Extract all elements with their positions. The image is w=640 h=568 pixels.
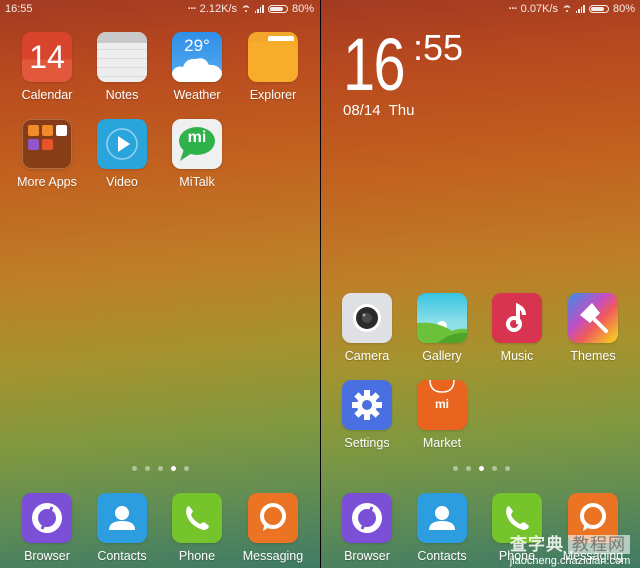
weather-icon: 29° [172, 32, 222, 82]
page-dot[interactable] [144, 466, 150, 471]
status-bar: 16:55 ··· 2.12K/s 80% [0, 0, 320, 18]
page-dot[interactable] [465, 466, 471, 471]
clock-minutes: :55 [413, 27, 464, 68]
app-label: Phone [178, 549, 216, 563]
page-dot[interactable] [452, 466, 458, 471]
app-label: More Apps [17, 175, 77, 189]
app-mitalk[interactable]: mi MiTalk [162, 119, 232, 189]
market-icon: mi [417, 380, 467, 430]
status-bar: ··· 0.07K/s 80% [321, 0, 640, 18]
status-time: 16:55 [5, 3, 33, 15]
dock-contacts[interactable]: Contacts [407, 493, 477, 563]
app-label: MiTalk [179, 175, 215, 189]
app-label: Messaging [242, 549, 304, 563]
page-dot[interactable] [131, 466, 137, 471]
page-dot[interactable] [504, 466, 510, 471]
battery-percent: 80% [291, 3, 314, 15]
page-indicator[interactable] [0, 466, 320, 471]
page-dot-active[interactable] [170, 466, 176, 471]
app-settings[interactable]: Settings [332, 380, 402, 450]
page-dot[interactable] [491, 466, 497, 471]
app-label: Phone [498, 549, 536, 563]
phone-icon [492, 493, 542, 543]
wifi-icon [562, 5, 572, 13]
dock-phone[interactable]: Phone [482, 493, 552, 563]
network-speed: 2.12K/s [199, 3, 237, 15]
home-screen-right: ··· 0.07K/s 80% 16 :55 08/14 Thu Camera … [321, 0, 640, 568]
battery-icon [267, 5, 288, 13]
messaging-icon [248, 493, 298, 543]
app-music[interactable]: Music [482, 293, 552, 363]
app-folder-icon [22, 119, 72, 169]
app-calendar[interactable]: 14 Calendar [12, 32, 82, 102]
app-gallery[interactable]: Gallery [407, 293, 477, 363]
network-speed: 0.07K/s [520, 3, 558, 15]
page-dot[interactable] [183, 466, 189, 471]
app-label: Contacts [417, 549, 467, 563]
page-indicator[interactable] [321, 466, 640, 471]
dock-messaging[interactable]: Messaging [238, 493, 308, 563]
music-icon [492, 293, 542, 343]
app-camera[interactable]: Camera [332, 293, 402, 363]
folder-icon [248, 32, 298, 82]
browser-icon [342, 493, 392, 543]
app-video[interactable]: Video [87, 119, 157, 189]
app-label: Browser [24, 549, 70, 563]
app-label: Contacts [97, 549, 147, 563]
clock-hours: 16 [343, 23, 406, 106]
app-explorer[interactable]: Explorer [238, 32, 308, 102]
app-label: Explorer [249, 88, 297, 102]
contacts-icon [417, 493, 467, 543]
clock-widget[interactable]: 16 :55 08/14 Thu [343, 23, 463, 120]
app-label: Notes [105, 88, 139, 102]
battery-icon [588, 5, 609, 13]
app-label: Browser [344, 549, 390, 563]
app-label: Music [500, 349, 534, 363]
browser-icon [22, 493, 72, 543]
contacts-icon [97, 493, 147, 543]
dock-phone[interactable]: Phone [162, 493, 232, 563]
camera-icon [342, 293, 392, 343]
app-label: Gallery [422, 349, 462, 363]
app-weather[interactable]: 29° Weather [162, 32, 232, 102]
calendar-icon: 14 [22, 32, 72, 82]
signal-icon [575, 5, 585, 13]
home-screen-left: 16:55 ··· 2.12K/s 80% 14 Calendar Notes … [0, 0, 320, 568]
dock-browser[interactable]: Browser [332, 493, 402, 563]
messaging-icon [568, 493, 618, 543]
more-notifications-icon: ··· [508, 3, 518, 15]
more-notifications-icon: ··· [187, 3, 197, 15]
app-label: Calendar [21, 88, 73, 102]
mitalk-icon: mi [172, 119, 222, 169]
app-label: Settings [344, 436, 390, 450]
gear-icon [342, 380, 392, 430]
wifi-icon [241, 5, 251, 13]
app-folder-more-apps[interactable]: More Apps [12, 119, 82, 189]
notes-icon [97, 32, 147, 82]
app-market[interactable]: mi Market [407, 380, 477, 450]
signal-icon [254, 5, 264, 13]
app-label: Themes [570, 349, 616, 363]
app-themes[interactable]: Themes [558, 293, 628, 363]
play-icon [97, 119, 147, 169]
gallery-icon [417, 293, 467, 343]
dock-contacts[interactable]: Contacts [87, 493, 157, 563]
app-label: Market [422, 436, 462, 450]
battery-percent: 80% [612, 3, 635, 15]
dock-browser[interactable]: Browser [12, 493, 82, 563]
themes-icon [568, 293, 618, 343]
page-dot[interactable] [157, 466, 163, 471]
phone-icon [172, 493, 222, 543]
app-label: Camera [344, 349, 390, 363]
app-notes[interactable]: Notes [87, 32, 157, 102]
app-label: Video [106, 175, 138, 189]
app-label: Messaging [562, 549, 624, 563]
dock-messaging[interactable]: Messaging [558, 493, 628, 563]
page-dot-active[interactable] [478, 466, 484, 471]
app-label: Weather [173, 88, 221, 102]
